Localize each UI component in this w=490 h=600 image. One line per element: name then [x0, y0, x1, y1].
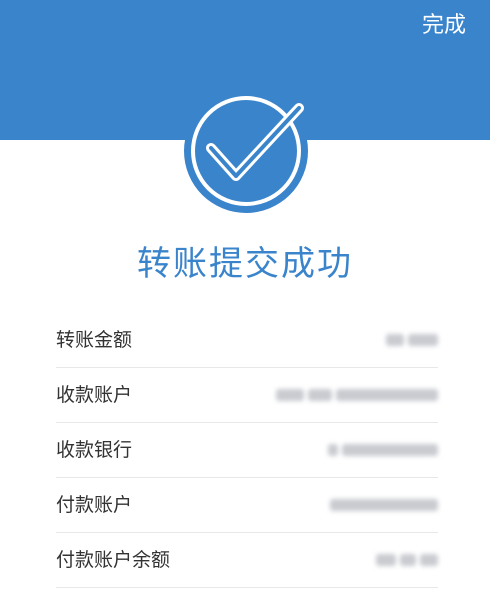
detail-row-payee-account: 收款账户 [56, 368, 438, 423]
detail-label: 收款银行 [56, 439, 133, 461]
check-circle-icon [184, 89, 308, 213]
obscured-value [376, 549, 438, 571]
detail-row-amount: 转账金额 [56, 313, 438, 368]
obscured-value [330, 494, 438, 516]
obscured-value [276, 384, 438, 406]
detail-label: 转账金额 [56, 329, 133, 351]
done-button[interactable]: 完成 [422, 10, 466, 42]
detail-row-payer-balance: 付款账户余额 [56, 533, 438, 588]
detail-label: 付款账户余额 [56, 549, 171, 571]
transfer-details: 转账金额 收款账户 收款银行 付款账户 付款账户余额 [56, 313, 438, 588]
obscured-value [328, 439, 438, 461]
obscured-value [386, 329, 438, 351]
detail-row-payee-bank: 收款银行 [56, 423, 438, 478]
detail-label: 付款账户 [56, 494, 133, 516]
detail-row-payer-account: 付款账户 [56, 478, 438, 533]
detail-label: 收款账户 [56, 384, 133, 406]
page-title: 转账提交成功 [137, 244, 353, 284]
